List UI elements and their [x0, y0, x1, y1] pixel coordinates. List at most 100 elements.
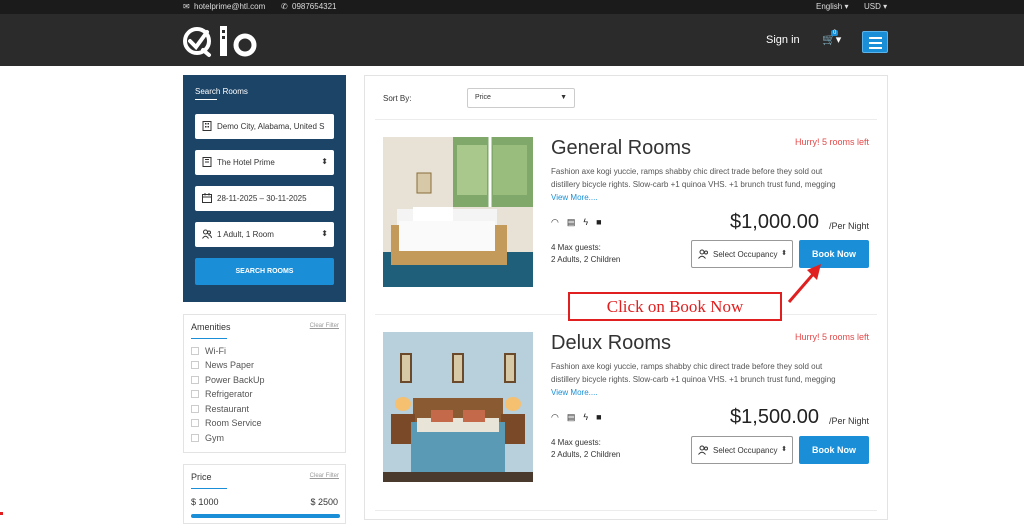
- room-description: Fashion axe kogi yuccie, ramps shabby ch…: [551, 165, 851, 204]
- amenity-label: Room Service: [205, 418, 262, 428]
- per-night-label: /Per Night: [828, 416, 869, 426]
- guests-detail: 2 Adults, 2 Children: [551, 255, 621, 264]
- select-arrows-icon: ⬍: [321, 229, 328, 238]
- select-arrows-icon: ⬍: [321, 157, 328, 166]
- amenity-label: Gym: [205, 433, 224, 443]
- refrigerator-icon: ■: [596, 217, 602, 227]
- guests-line: 4 Max guests:: [551, 243, 601, 252]
- hotel-value: The Hotel Prime: [217, 158, 275, 167]
- hamburger-menu-button[interactable]: [862, 31, 888, 53]
- price-title: Price: [191, 472, 212, 482]
- refrigerator-icon: ■: [596, 412, 602, 422]
- currency-label: USD: [864, 2, 881, 11]
- hotel-select[interactable]: The Hotel Prime ⬍: [195, 150, 334, 175]
- rooms-left-alert: Hurry! 5 rooms left: [794, 137, 869, 147]
- checkbox[interactable]: [191, 390, 199, 398]
- price-range-slider[interactable]: [191, 514, 340, 518]
- room-image-general[interactable]: [383, 137, 533, 287]
- amenity-room-service[interactable]: Room Service: [191, 418, 262, 428]
- select-occupancy-dropdown[interactable]: Select Occupancy ⬍: [691, 436, 793, 464]
- checkbox[interactable]: [191, 347, 199, 355]
- sort-select[interactable]: Price ▼: [467, 88, 575, 108]
- users-icon: [698, 249, 708, 259]
- title-underline: [191, 338, 227, 339]
- contact-phone[interactable]: 0987654321: [292, 2, 337, 11]
- currency-dropdown[interactable]: USD ▾: [864, 2, 887, 11]
- location-input[interactable]: Demo City, Alabama, United S: [195, 114, 334, 139]
- users-icon: [202, 229, 212, 239]
- room-name-general[interactable]: General Rooms: [551, 137, 691, 160]
- amenity-power-backup[interactable]: Power BackUp: [191, 375, 265, 385]
- title-underline: [191, 488, 227, 489]
- select-arrows-icon: ⬍: [781, 250, 787, 257]
- amenity-label: News Paper: [205, 360, 255, 370]
- search-rooms-panel: Search Rooms Demo City, Alabama, United …: [183, 75, 346, 302]
- rooms-left-alert: Hurry! 5 rooms left: [794, 332, 869, 342]
- occupancy-select[interactable]: 1 Adult, 1 Room ⬍: [195, 222, 334, 247]
- date-range-input[interactable]: 28-11-2025 – 30-11-2025: [195, 186, 334, 211]
- per-night-label: /Per Night: [828, 221, 869, 231]
- newspaper-icon: ▤: [566, 412, 576, 422]
- amenity-label: Power BackUp: [205, 375, 265, 385]
- top-bar: ✉ hotelprime@htl.com ✆ 0987654321 Englis…: [0, 0, 1024, 14]
- annotation-arrow-icon: [787, 264, 821, 303]
- amenity-news-paper[interactable]: News Paper: [191, 360, 254, 370]
- amenity-wifi[interactable]: Wi-Fi: [191, 346, 226, 356]
- edge-marker: [0, 512, 3, 515]
- room-price: $1,000.00: [730, 211, 819, 233]
- room-price: $1,500.00: [730, 406, 819, 428]
- sort-value: Price: [475, 94, 491, 101]
- search-rooms-button[interactable]: SEARCH ROOMS: [195, 258, 334, 285]
- room-image-delux[interactable]: [383, 332, 533, 482]
- price-max-value: $ 2500: [310, 497, 338, 507]
- date-range-value: 28-11-2025 – 30-11-2025: [217, 194, 307, 203]
- price-filter: Price Clear Filter $ 1000 $ 2500: [183, 464, 346, 524]
- qlo-logo[interactable]: [183, 24, 263, 58]
- email-icon: ✉: [183, 2, 190, 11]
- power-icon: ϟ: [583, 217, 589, 227]
- power-icon: ϟ: [583, 412, 589, 422]
- amenity-gym[interactable]: Gym: [191, 433, 224, 443]
- amenities-filter: Amenities Clear Filter Wi-Fi News Paper …: [183, 314, 346, 453]
- amenity-refrigerator[interactable]: Refrigerator: [191, 389, 253, 399]
- clear-price-filter[interactable]: Clear Filter: [310, 473, 339, 479]
- wifi-icon: ◠: [551, 412, 559, 422]
- room-features: ◠ ▤ ϟ ■: [551, 412, 610, 423]
- max-guests: 4 Max guests: 2 Adults, 2 Children: [551, 437, 620, 461]
- guests-detail: 2 Adults, 2 Children: [551, 450, 621, 459]
- checkbox[interactable]: [191, 419, 199, 427]
- occupancy-label: Select Occupancy: [713, 250, 778, 259]
- phone-icon: ✆: [281, 2, 288, 11]
- main-header: Sign in 🛒▾ 0: [0, 14, 1024, 66]
- checkbox[interactable]: [191, 405, 199, 413]
- occupancy-label: Select Occupancy: [713, 446, 778, 455]
- annotation-callout: Click on Book Now: [568, 292, 782, 321]
- clear-amenities-filter[interactable]: Clear Filter: [310, 323, 339, 329]
- room-name-delux[interactable]: Delux Rooms: [551, 332, 671, 355]
- checkbox[interactable]: [191, 361, 199, 369]
- max-guests: 4 Max guests: 2 Adults, 2 Children: [551, 242, 620, 266]
- book-now-button[interactable]: Book Now: [799, 436, 869, 464]
- room-features: ◠ ▤ ϟ ■: [551, 217, 610, 228]
- hotel-icon: [202, 157, 212, 167]
- amenity-label: Restaurant: [205, 404, 250, 414]
- view-more-link[interactable]: View More....: [551, 388, 598, 397]
- view-more-link[interactable]: View More....: [551, 193, 598, 202]
- guests-line: 4 Max guests:: [551, 438, 601, 447]
- room-desc-text: Fashion axe kogi yuccie, ramps shabby ch…: [551, 167, 836, 189]
- search-title: Search Rooms: [195, 87, 248, 96]
- checkbox[interactable]: [191, 434, 199, 442]
- checkbox[interactable]: [191, 376, 199, 384]
- contact-email[interactable]: hotelprime@htl.com: [194, 2, 265, 11]
- divider: [375, 119, 877, 120]
- room-desc-text: Fashion axe kogi yuccie, ramps shabby ch…: [551, 362, 836, 384]
- language-label: English: [816, 2, 843, 11]
- signin-link[interactable]: Sign in: [766, 34, 800, 46]
- amenity-restaurant[interactable]: Restaurant: [191, 404, 249, 414]
- select-occupancy-dropdown[interactable]: Select Occupancy ⬍: [691, 240, 793, 268]
- calendar-icon: [202, 193, 212, 203]
- language-dropdown[interactable]: English ▾: [816, 2, 849, 11]
- room-description: Fashion axe kogi yuccie, ramps shabby ch…: [551, 360, 851, 399]
- building-icon: [202, 121, 212, 131]
- occupancy-value: 1 Adult, 1 Room: [217, 230, 274, 239]
